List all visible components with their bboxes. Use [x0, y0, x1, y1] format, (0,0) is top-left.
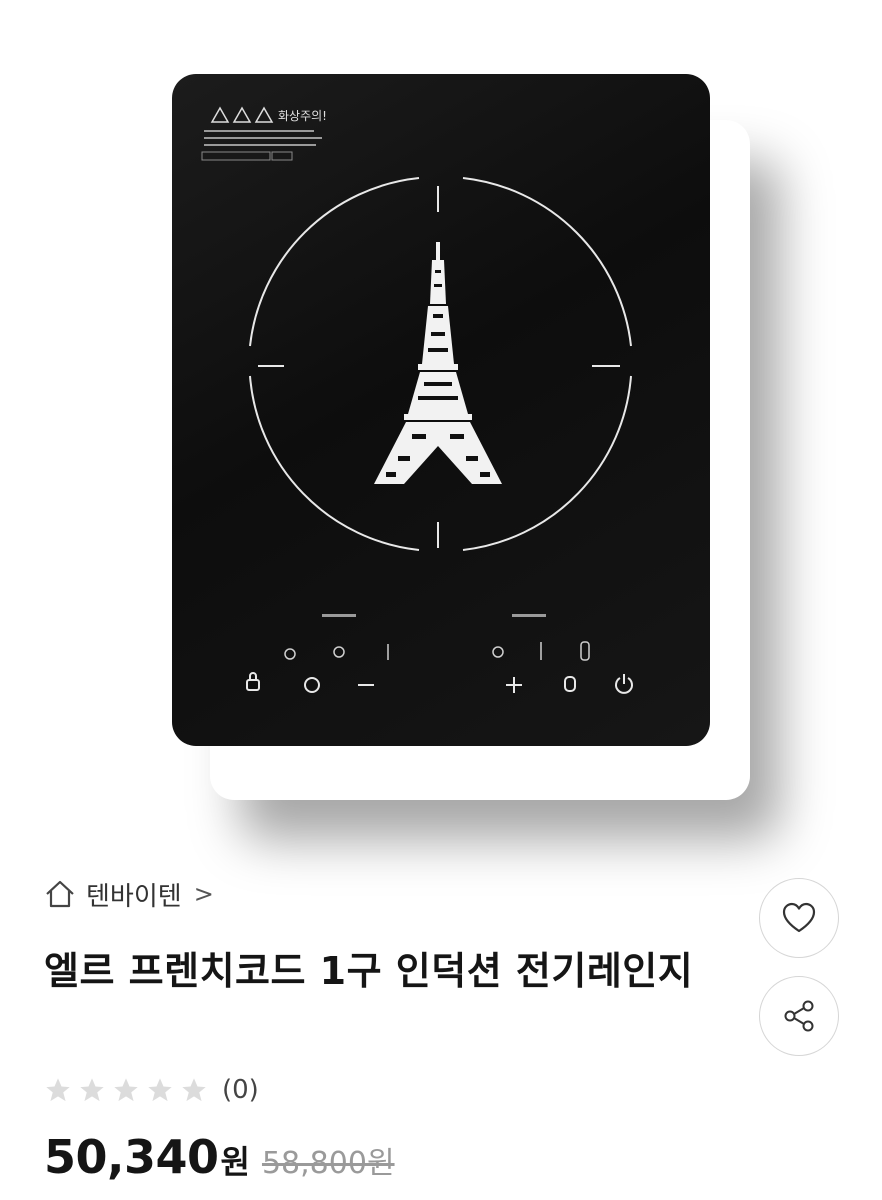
chevron-right-icon: >: [193, 880, 214, 908]
sale-price-unit: 원: [220, 1143, 250, 1181]
induction-cooktop: 화상주의!: [172, 74, 710, 746]
warning-icons: [210, 106, 274, 123]
control-panel-labels: [322, 614, 546, 617]
star-icon: [114, 1078, 138, 1102]
product-title: 엘르 프렌치코드 1구 인덕션 전기레인지: [44, 949, 694, 993]
star-icon: [182, 1078, 206, 1102]
star-icon: [80, 1078, 104, 1102]
rating-summary[interactable]: (0): [44, 1070, 259, 1110]
cooktop-graphic: 화상주의!: [201, 106, 633, 694]
seller-name: 텐바이텐: [86, 881, 182, 912]
control-panel-icons: [284, 641, 590, 661]
price-row: 50,340 원 58,800원: [44, 1130, 395, 1190]
control-panel-buttons: [246, 672, 633, 694]
sale-price: 50,340: [44, 1130, 219, 1184]
product-image[interactable]: 화상주의!: [0, 0, 882, 850]
eiffel-tower-graphic: [374, 242, 502, 484]
star-icon: [46, 1078, 70, 1102]
seller-link[interactable]: 텐바이텐 >: [44, 874, 214, 914]
warning-heading: 화상주의!: [278, 109, 327, 123]
share-icon: [784, 1000, 814, 1032]
home-icon: [46, 880, 74, 908]
warning-lines: [204, 130, 322, 146]
like-button[interactable]: [759, 878, 839, 958]
star-icon: [148, 1078, 172, 1102]
original-price: 58,800원: [261, 1146, 395, 1181]
review-count: (0): [222, 1075, 259, 1105]
share-button[interactable]: [759, 976, 839, 1056]
heart-icon: [782, 902, 816, 933]
